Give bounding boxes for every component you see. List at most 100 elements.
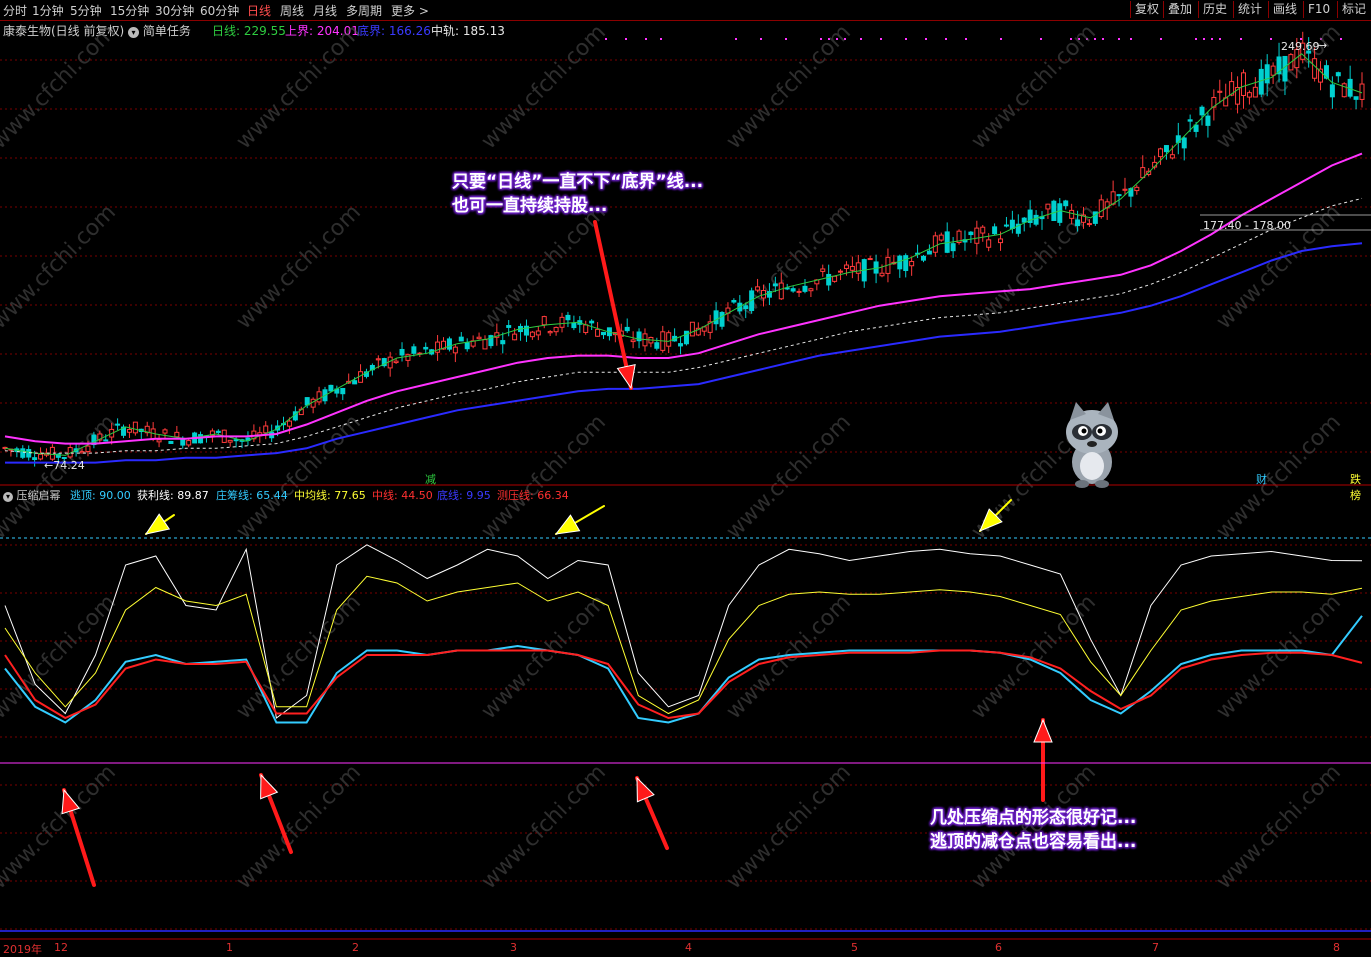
candle-body xyxy=(1063,200,1069,207)
annotation-top-line1: 只要“日线”一直不下“底界”线... xyxy=(452,172,704,192)
candle-body xyxy=(932,235,938,253)
candle-body xyxy=(1199,106,1205,116)
candle-body xyxy=(1163,145,1169,153)
candle-body xyxy=(796,290,802,293)
series-line-底界 xyxy=(5,242,1363,464)
watermark-text: www.cfchi.com xyxy=(722,760,856,894)
candle-body xyxy=(458,336,464,342)
candle-body xyxy=(583,324,589,334)
legend-dixian: 底线: 9.95 xyxy=(437,489,491,502)
high-label: 249.69 xyxy=(1281,40,1320,53)
chevron-down-icon: ▾ xyxy=(3,492,13,502)
watermark-text: www.cfchi.com xyxy=(232,590,366,724)
candle-body xyxy=(1009,219,1015,229)
candle-body xyxy=(1181,137,1187,149)
candle-body xyxy=(1312,58,1318,79)
top-marker-dot xyxy=(1219,38,1221,40)
watermark-text: www.cfchi.com xyxy=(722,200,856,334)
candle-body xyxy=(316,391,322,403)
legend-taoding: 逃顶: 90.00 xyxy=(70,489,131,502)
watermark-text: www.cfchi.com xyxy=(1212,760,1346,894)
watermark-text: www.cfchi.com xyxy=(722,410,856,544)
candle-body xyxy=(1116,194,1122,197)
candle-body xyxy=(974,227,980,244)
indicator-title[interactable]: ▾ 压缩启幂 xyxy=(3,487,61,503)
candle-body xyxy=(980,226,986,234)
candle-body xyxy=(423,346,429,350)
watermark-text: www.cfchi.com xyxy=(232,410,366,544)
top-marker-dot xyxy=(625,38,627,40)
candle-body xyxy=(464,342,470,350)
candle-body xyxy=(476,336,482,340)
price-lines xyxy=(4,53,1363,464)
low-label: ←74.24 xyxy=(44,459,85,472)
candle-body xyxy=(32,457,38,461)
candle-body xyxy=(1122,188,1128,191)
watermark-text: www.cfchi.com xyxy=(232,20,366,154)
arrow-top-red-head xyxy=(616,363,636,390)
candle-body xyxy=(666,332,672,347)
top-marker-dot xyxy=(1203,38,1205,40)
watermark-text: www.cfchi.com xyxy=(722,20,856,154)
candle-body xyxy=(601,331,607,336)
candle-body xyxy=(20,448,26,458)
candle-body xyxy=(115,423,121,426)
candle-body xyxy=(1252,86,1258,98)
top-marker-dot xyxy=(925,38,927,40)
candle-body xyxy=(909,260,915,267)
axis-label-feb: 2 xyxy=(352,941,359,954)
candle-body xyxy=(790,288,796,292)
top-marker-dot xyxy=(1240,38,1242,40)
candle-body xyxy=(986,239,992,248)
candle-body xyxy=(387,356,393,369)
candle-body xyxy=(1258,68,1264,95)
top-marker-dot xyxy=(785,38,787,40)
candle-body xyxy=(903,255,909,271)
arrow-bottom-red-2-head xyxy=(260,773,279,800)
top-marker-dot xyxy=(1270,38,1272,40)
watermark-text: www.cfchi.com xyxy=(0,410,121,544)
candle-body xyxy=(328,384,334,392)
candle-body xyxy=(719,311,725,327)
axis-label-jul: 7 xyxy=(1152,941,1159,954)
annotation-bottom: 几处压缩点的形态很好记... 逃顶的减仓点也容易看出... xyxy=(930,806,1136,854)
arrow-bottom-red-4-head xyxy=(1033,718,1053,743)
candle-body xyxy=(755,286,761,291)
watermark-text: www.cfchi.com xyxy=(477,200,611,334)
watermark-text: www.cfchi.com xyxy=(1212,410,1346,544)
legend-zhuangchou: 庄筹线: 65.44 xyxy=(216,489,288,502)
top-marker-dot xyxy=(1160,38,1162,40)
candle-body xyxy=(1021,217,1027,223)
top-marker-dot xyxy=(880,38,882,40)
watermark-text: www.cfchi.com xyxy=(967,590,1101,724)
candle-body xyxy=(186,440,192,446)
candle-body xyxy=(1169,154,1175,159)
candle-body xyxy=(126,428,132,433)
candle-body xyxy=(1057,203,1063,223)
top-marker-dot xyxy=(1130,38,1132,40)
candle-body xyxy=(820,268,826,272)
candle-body xyxy=(1134,186,1140,192)
candle-body xyxy=(938,234,944,241)
candle-body xyxy=(1187,119,1193,122)
candle-body xyxy=(897,255,903,270)
high-arrow-icon: → xyxy=(1318,39,1328,52)
top-marker-dot xyxy=(645,38,647,40)
candle-body xyxy=(731,300,737,303)
candle-body xyxy=(743,305,749,310)
range-label: 177.40 - 178.00 xyxy=(1203,219,1291,232)
candle-body xyxy=(565,314,571,321)
chart-canvas: www.cfchi.com www.cfchi.com www.cfchi.com w… xyxy=(0,20,1371,940)
candle-body xyxy=(1086,223,1092,226)
candles xyxy=(2,31,1365,467)
candle-body xyxy=(683,330,689,345)
candle-body xyxy=(1205,115,1211,126)
candle-body xyxy=(162,429,168,434)
candle-body xyxy=(340,387,346,395)
watermark-text: www.cfchi.com xyxy=(0,760,121,894)
candle-body xyxy=(1270,65,1276,76)
candle-body xyxy=(446,338,452,350)
watermark-text: www.cfchi.com xyxy=(232,760,366,894)
axis-label-may: 5 xyxy=(851,941,858,954)
candle-body xyxy=(559,316,565,328)
